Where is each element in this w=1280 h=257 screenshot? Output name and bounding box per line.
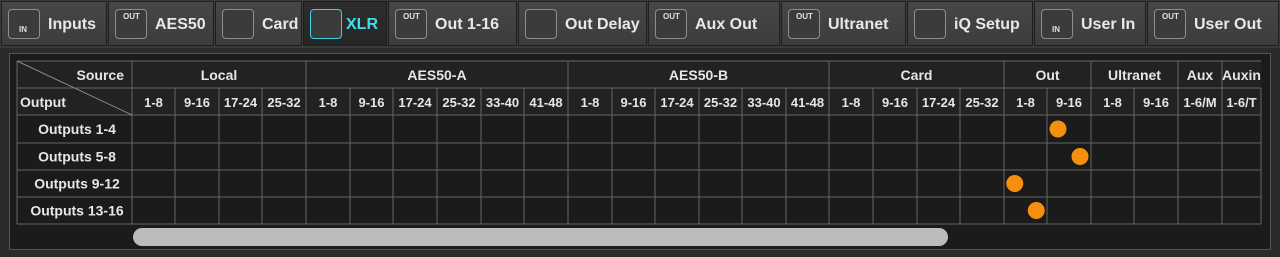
tab-label: Aux Out — [695, 16, 758, 33]
tab-label: Out 1-16 — [435, 16, 500, 33]
tab-user-out[interactable]: OUT User Out — [1147, 1, 1279, 46]
icon-text: OUT — [123, 12, 140, 21]
scrollbar-thumb[interactable] — [133, 228, 948, 246]
source-column-header: 9-16 — [1056, 95, 1082, 110]
source-column-header: 1-8 — [842, 95, 861, 110]
input-icon: IN — [8, 9, 40, 39]
input-icon: IN — [1041, 9, 1073, 39]
source-group-header: Card — [901, 67, 933, 83]
source-column-header: 17-24 — [660, 95, 694, 110]
tab-aes50[interactable]: OUT AES50 — [108, 1, 214, 46]
corner-source-label: Source — [77, 67, 125, 83]
tab-label: Ultranet — [828, 16, 889, 33]
source-column-header: 9-16 — [620, 95, 646, 110]
source-column-header: 17-24 — [224, 95, 258, 110]
source-column-header: 1-8 — [319, 95, 338, 110]
tab-label: XLR — [346, 16, 378, 33]
source-column-header: 9-16 — [184, 95, 210, 110]
source-column-header: 1-6/M — [1183, 95, 1216, 110]
route-dot[interactable] — [1049, 120, 1067, 138]
output-icon: OUT — [1154, 9, 1186, 39]
tab-inputs[interactable]: IN Inputs — [1, 1, 107, 46]
tab-label: User Out — [1194, 16, 1262, 33]
source-group-header: Ultranet — [1108, 67, 1161, 83]
tab-ultranet[interactable]: OUT Ultranet — [781, 1, 906, 46]
output-icon: OUT — [655, 9, 687, 39]
delta-t-icon — [525, 9, 557, 39]
tab-label: User In — [1081, 16, 1136, 33]
source-column-header: 25-32 — [442, 95, 475, 110]
tab-aux-out[interactable]: OUT Aux Out — [648, 1, 780, 46]
tab-label: Inputs — [48, 16, 96, 33]
route-dot[interactable] — [1071, 148, 1089, 165]
tab-user-in[interactable]: IN User In — [1034, 1, 1146, 46]
tab-out-1-16[interactable]: OUT Out 1-16 — [388, 1, 517, 46]
icon-text: IN — [19, 25, 27, 34]
output-row-label: Outputs 9-12 — [34, 176, 120, 192]
source-column-header: 1-8 — [581, 95, 600, 110]
tab-label: Out Delay — [565, 16, 640, 33]
speaker-icon — [914, 9, 946, 39]
source-group-header: AES50-B — [669, 67, 728, 83]
source-column-header: 1-8 — [1016, 95, 1035, 110]
tab-label: iQ Setup — [954, 16, 1020, 33]
tab-label: Card — [262, 16, 299, 33]
icon-text: OUT — [403, 12, 420, 21]
tab-iq-setup[interactable]: iQ Setup — [907, 1, 1033, 46]
source-column-header: 41-48 — [529, 95, 562, 110]
source-column-header: 1-8 — [144, 95, 163, 110]
source-group-header: Local — [201, 67, 238, 83]
source-column-header: 33-40 — [486, 95, 519, 110]
route-dot[interactable] — [1006, 175, 1024, 192]
icon-text: IN — [1052, 25, 1060, 34]
route-dot[interactable] — [1027, 202, 1045, 219]
source-column-header: 33-40 — [747, 95, 780, 110]
routing-matrix-panel: Source Output Local 1-8 9-16 17-24 25-32 AES50-… — [9, 53, 1271, 250]
source-column-header: 41-48 — [791, 95, 824, 110]
source-column-header: 25-32 — [965, 95, 998, 110]
source-column-header: 25-32 — [267, 95, 300, 110]
routing-matrix: Source Output Local 1-8 9-16 17-24 25-32 AES50-… — [16, 60, 1262, 246]
output-icon: OUT — [788, 9, 820, 39]
output-row-label: Outputs 1-4 — [38, 121, 116, 137]
card-icon — [222, 9, 254, 39]
output-icon: OUT — [395, 9, 427, 39]
tab-bar: IN Inputs OUT AES50 Card XLR OUT Out 1-16 Out De… — [0, 0, 1280, 48]
icon-text: OUT — [1162, 12, 1179, 21]
xlr-connector-icon — [310, 9, 342, 39]
output-icon: OUT — [115, 9, 147, 39]
output-row-label: Outputs 13-16 — [30, 203, 124, 219]
source-column-header: 17-24 — [922, 95, 956, 110]
source-column-header: 1-6/T — [1226, 95, 1256, 110]
source-group-header: AES50-A — [407, 67, 466, 83]
source-group-header: Auxin — [1222, 67, 1261, 83]
icon-text: OUT — [796, 12, 813, 21]
source-column-header: 9-16 — [882, 95, 908, 110]
source-group-header: Aux — [1187, 67, 1214, 83]
source-column-header: 17-24 — [398, 95, 432, 110]
icon-text: OUT — [663, 12, 680, 21]
output-row-label: Outputs 5-8 — [38, 149, 116, 165]
source-group-header: Out — [1035, 67, 1059, 83]
tab-xlr[interactable]: XLR — [303, 1, 387, 46]
tab-out-delay[interactable]: Out Delay — [518, 1, 647, 46]
source-column-header: 25-32 — [704, 95, 737, 110]
tab-label: AES50 — [155, 16, 206, 33]
tab-card[interactable]: Card — [215, 1, 302, 46]
corner-output-label: Output — [20, 94, 66, 110]
source-column-header: 9-16 — [358, 95, 384, 110]
source-column-header: 9-16 — [1143, 95, 1169, 110]
source-column-header: 1-8 — [1103, 95, 1122, 110]
